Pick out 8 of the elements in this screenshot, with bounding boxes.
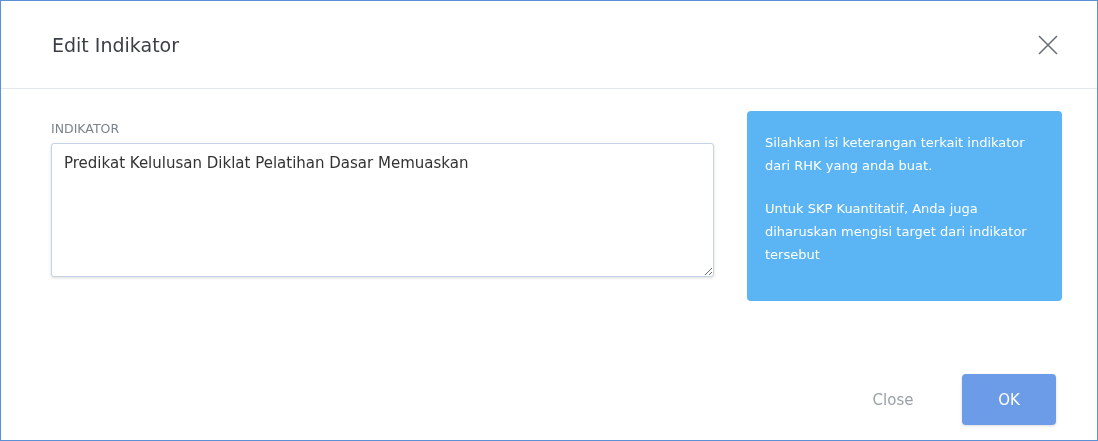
indicator-field[interactable]: Predikat Kelulusan Diklat Pelatihan Dasar Memuaskan [51, 143, 714, 277]
dialog-title: Edit Indikator [52, 33, 180, 56]
info-text: Untuk SKP Kuantitatif, Anda juga diharuskan mengisi target dari indikator tersebut [765, 200, 1028, 264]
close-text-button[interactable]: Close [846, 374, 940, 425]
close-icon [1037, 33, 1059, 56]
info-text: Silahkan isi keterangan terkait indikator dari RHK yang anda buat. [765, 134, 1026, 175]
field-label: INDIKATOR [51, 121, 121, 136]
ok-button[interactable]: OK [962, 374, 1056, 425]
